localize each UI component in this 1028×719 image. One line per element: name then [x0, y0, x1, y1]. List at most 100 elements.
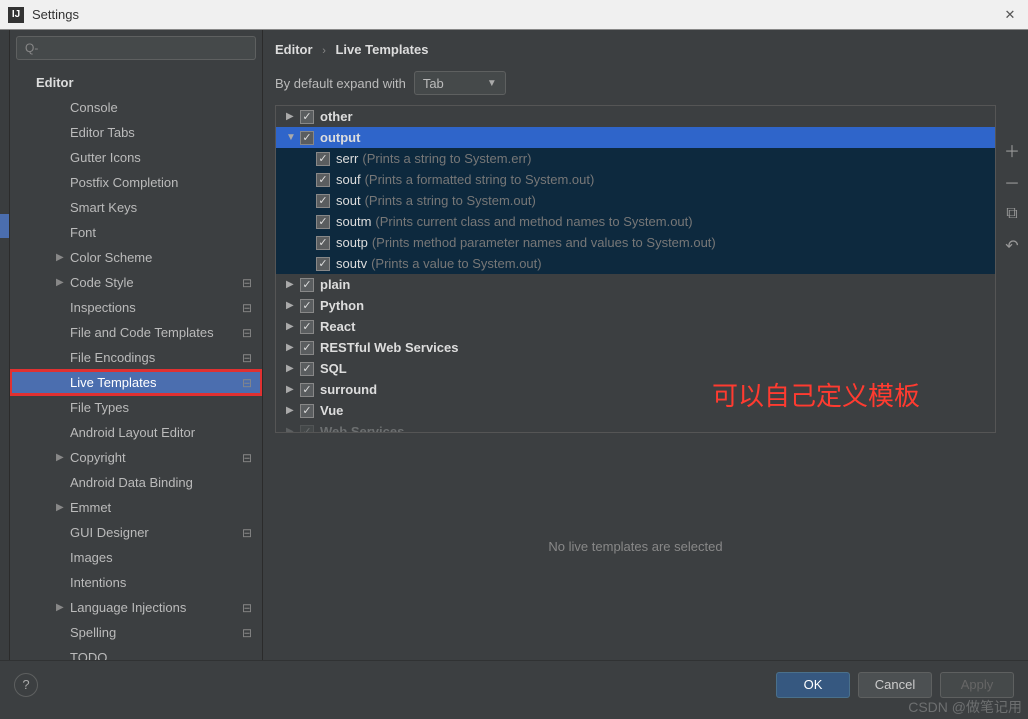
sidebar-item-inspections[interactable]: Inspections⊟ — [10, 295, 262, 320]
sidebar-item-label: Images — [70, 550, 113, 565]
template-desc: (Prints a formatted string to System.out… — [365, 172, 595, 187]
apply-button[interactable]: Apply — [940, 672, 1014, 698]
checkbox[interactable]: ✓ — [300, 320, 314, 334]
help-button[interactable]: ? — [14, 673, 38, 697]
arrow-icon: ▶ — [56, 602, 70, 613]
checkbox[interactable]: ✓ — [300, 299, 314, 313]
config-icon: ⊟ — [242, 276, 252, 290]
copy-icon[interactable]: ⧉ — [1002, 204, 1022, 224]
sidebar-item-file-encodings[interactable]: File Encodings⊟ — [10, 345, 262, 370]
ok-button[interactable]: OK — [776, 672, 850, 698]
sidebar-item-font[interactable]: Font — [10, 220, 262, 245]
template-desc: (Prints current class and method names t… — [375, 214, 692, 229]
arrow-right-icon[interactable]: ▶ — [286, 426, 300, 433]
checkbox[interactable]: ✓ — [316, 173, 330, 187]
sidebar-item-android-data-binding[interactable]: Android Data Binding — [10, 470, 262, 495]
checkbox[interactable]: ✓ — [300, 131, 314, 145]
sidebar-item-label: Language Injections — [70, 600, 186, 615]
template-group-plain[interactable]: ▶✓plain — [276, 274, 995, 295]
template-name: soutp — [336, 235, 368, 250]
template-item-soutm[interactable]: ✓soutm(Prints current class and method n… — [276, 211, 995, 232]
checkbox[interactable]: ✓ — [316, 194, 330, 208]
sidebar-item-label: Spelling — [70, 625, 116, 640]
search-input[interactable]: Q- — [16, 36, 256, 60]
sidebar-item-label: File Encodings — [70, 350, 155, 365]
status-message: No live templates are selected — [548, 539, 722, 554]
arrow-right-icon[interactable]: ▶ — [286, 279, 300, 290]
template-item-sout[interactable]: ✓sout(Prints a string to System.out) — [276, 190, 995, 211]
template-name: React — [320, 319, 355, 334]
template-name: Vue — [320, 403, 343, 418]
search-placeholder: Q- — [25, 41, 38, 55]
sidebar-item-editor-tabs[interactable]: Editor Tabs — [10, 120, 262, 145]
sidebar-item-label: Intentions — [70, 575, 126, 590]
arrow-right-icon[interactable]: ▶ — [286, 321, 300, 332]
arrow-down-icon[interactable]: ▼ — [286, 132, 300, 143]
template-group-python[interactable]: ▶✓Python — [276, 295, 995, 316]
expand-value: Tab — [423, 76, 444, 91]
template-item-soutv[interactable]: ✓soutv(Prints a value to System.out) — [276, 253, 995, 274]
template-group-restful-web-services[interactable]: ▶✓RESTful Web Services — [276, 337, 995, 358]
checkbox[interactable]: ✓ — [300, 341, 314, 355]
checkbox[interactable]: ✓ — [300, 362, 314, 376]
sidebar-item-file-types[interactable]: File Types — [10, 395, 262, 420]
arrow-right-icon[interactable]: ▶ — [286, 111, 300, 122]
sidebar-item-console[interactable]: Console — [10, 95, 262, 120]
template-group-other[interactable]: ▶✓ other — [276, 106, 995, 127]
sidebar-item-copyright[interactable]: ▶Copyright⊟ — [10, 445, 262, 470]
settings-tree[interactable]: Editor Console Editor TabsGutter Icons Post… — [10, 64, 262, 660]
sidebar-item-emmet[interactable]: ▶Emmet — [10, 495, 262, 520]
template-group-output[interactable]: ▼✓output — [276, 127, 995, 148]
template-item-soutp[interactable]: ✓soutp(Prints method parameter names and… — [276, 232, 995, 253]
sidebar-item-label: Color Scheme — [70, 250, 152, 265]
template-group-web-services[interactable]: ▶✓Web Services — [276, 421, 995, 433]
arrow-right-icon[interactable]: ▶ — [286, 384, 300, 395]
checkbox[interactable]: ✓ — [300, 278, 314, 292]
template-item-souf[interactable]: ✓souf(Prints a formatted string to Syste… — [276, 169, 995, 190]
sidebar-item-android-layout-editor[interactable]: Android Layout Editor — [10, 420, 262, 445]
sidebar-item-label: Smart Keys — [70, 200, 137, 215]
sidebar-item-spelling[interactable]: Spelling⊟ — [10, 620, 262, 645]
sidebar-item-smart-keys[interactable]: Smart Keys — [10, 195, 262, 220]
sidebar-item-file-and-code-templates[interactable]: File and Code Templates⊟ — [10, 320, 262, 345]
close-icon[interactable]: ✕ — [1000, 7, 1020, 23]
checkbox[interactable]: ✓ — [316, 152, 330, 166]
template-name: soutv — [336, 256, 367, 271]
template-group-react[interactable]: ▶✓ React — [276, 316, 995, 337]
sidebar-header[interactable]: Editor — [10, 70, 262, 95]
cancel-button[interactable]: Cancel — [858, 672, 932, 698]
sidebar-item-intentions[interactable]: Intentions — [10, 570, 262, 595]
template-name: other — [320, 109, 353, 124]
checkbox[interactable]: ✓ — [316, 236, 330, 250]
sidebar-item-color-scheme[interactable]: ▶Color Scheme — [10, 245, 262, 270]
sidebar-item-live-templates[interactable]: Live Templates⊟ — [10, 370, 262, 395]
checkbox[interactable]: ✓ — [300, 404, 314, 418]
sidebar-item-label: Console — [70, 100, 118, 115]
checkbox[interactable]: ✓ — [300, 383, 314, 397]
checkbox[interactable]: ✓ — [316, 257, 330, 271]
checkbox[interactable]: ✓ — [316, 215, 330, 229]
checkbox[interactable]: ✓ — [300, 425, 314, 434]
sidebar-item-gutter-icons[interactable]: Gutter Icons — [10, 145, 262, 170]
arrow-icon: ▶ — [56, 452, 70, 463]
sidebar-item-gui-designer[interactable]: GUI Designer⊟ — [10, 520, 262, 545]
sidebar-item-todo[interactable]: TODO — [10, 645, 262, 660]
checkbox[interactable]: ✓ — [300, 110, 314, 124]
template-item-serr[interactable]: ✓serr(Prints a string to System.err) — [276, 148, 995, 169]
remove-icon[interactable]: － — [1002, 172, 1022, 192]
arrow-right-icon[interactable]: ▶ — [286, 405, 300, 416]
undo-icon[interactable]: ↶ — [1002, 236, 1022, 256]
arrow-right-icon[interactable]: ▶ — [286, 300, 300, 311]
add-icon[interactable]: ＋ — [1002, 140, 1022, 160]
sidebar-item-language-injections[interactable]: ▶Language Injections ⊟ — [10, 595, 262, 620]
expand-combo[interactable]: Tab ▼ — [414, 71, 506, 95]
expand-label: By default expand with — [275, 76, 406, 91]
config-icon: ⊟ — [242, 601, 252, 615]
chevron-right-icon: › — [322, 45, 326, 57]
arrow-right-icon[interactable]: ▶ — [286, 342, 300, 353]
arrow-right-icon[interactable]: ▶ — [286, 363, 300, 374]
sidebar-item-label: Postfix Completion — [70, 175, 178, 190]
sidebar-item-postfix-completion[interactable]: Postfix Completion — [10, 170, 262, 195]
sidebar-item-code-style[interactable]: ▶Code Style⊟ — [10, 270, 262, 295]
sidebar-item-images[interactable]: Images — [10, 545, 262, 570]
